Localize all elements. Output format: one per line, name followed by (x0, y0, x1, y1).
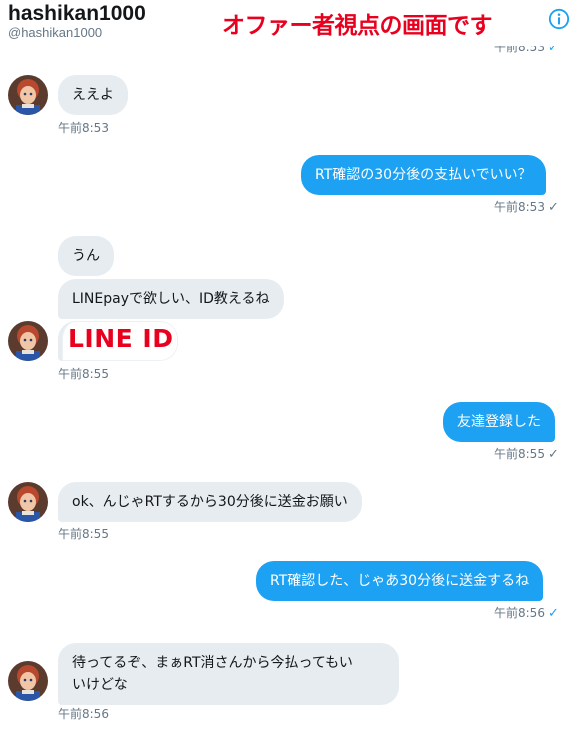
checkmark-icon: ✓ (547, 200, 559, 215)
annotation-caption: オファー者視点の画面です (222, 13, 493, 39)
message-line: 待ってるぞ、まぁRT消さんから今払ってもい (72, 655, 353, 671)
checkmark-icon: ✓ (547, 606, 559, 621)
message-bubble-sent[interactable]: RT確認の30分後の支払いでいい？ (301, 155, 546, 195)
message-timestamp: 午前8:55 ✓ (494, 445, 559, 462)
message-timestamp: 午前8:55 (58, 367, 109, 381)
timestamp-text: 午前8:53 (494, 200, 545, 214)
info-icon[interactable] (548, 8, 570, 30)
checkmark-icon: ✓ (547, 447, 559, 462)
message-timestamp: 午前8:53 (58, 121, 109, 135)
timestamp-text: 午前8:56 (494, 606, 545, 620)
message-bubble-sent[interactable]: 友達登録した (443, 402, 555, 442)
avatar[interactable] (8, 321, 48, 361)
conversation-header: hashikan1000 @hashikan1000 オファー者視点の画面です (0, 0, 586, 46)
avatar[interactable] (8, 661, 48, 701)
message-timestamp: 午前8:55 (58, 527, 109, 541)
message-bubble-received[interactable]: うん (58, 236, 114, 276)
conversation-handle[interactable]: @hashikan1000 (8, 25, 102, 40)
message-line: いけどな (72, 677, 128, 693)
message-timestamp: 午前8:56 (58, 707, 109, 721)
message-bubble-received[interactable]: ok、んじゃRTするから30分後に送金お願い (58, 482, 362, 522)
avatar[interactable] (8, 482, 48, 522)
message-bubble-sent[interactable]: RT確認した、じゃあ30分後に送金するね (256, 561, 544, 601)
message-timestamp: 午前8:56 ✓ (494, 604, 559, 621)
message-timestamp: 午前8:53 ✓ (494, 198, 559, 215)
conversation-title[interactable]: hashikan1000 (8, 2, 146, 26)
message-bubble-received[interactable]: LINEpayで欲しい、ID教えるね (58, 279, 284, 319)
avatar[interactable] (8, 75, 48, 115)
message-bubble-received[interactable]: 待ってるぞ、まぁRT消さんから今払ってもい いけどな (58, 643, 399, 705)
line-id-overlay: LINE ID (68, 324, 174, 353)
timestamp-text: 午前8:55 (494, 447, 545, 461)
message-bubble-received[interactable]: ええよ (58, 75, 128, 115)
